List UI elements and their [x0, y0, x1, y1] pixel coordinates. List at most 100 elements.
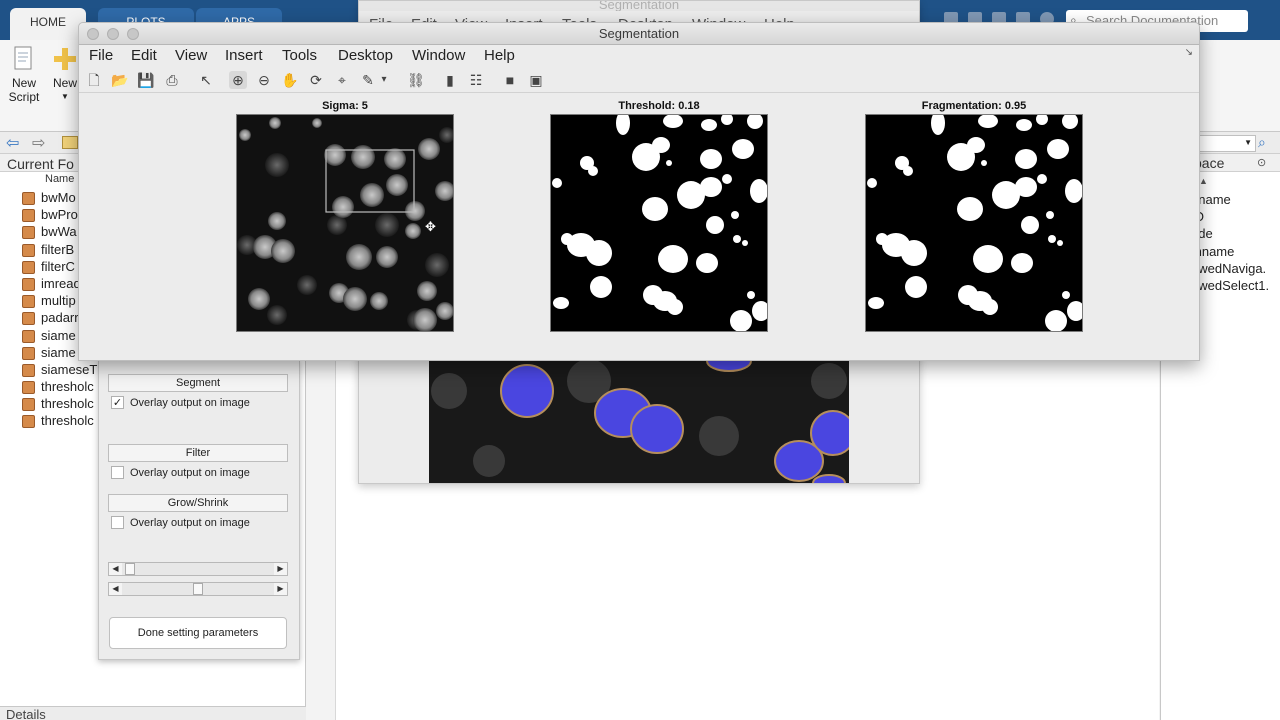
filter-overlay-label: Overlay output on image — [130, 467, 250, 479]
menu-tools[interactable]: Tools — [282, 47, 317, 64]
plus-icon — [54, 48, 76, 70]
filter-button[interactable]: Filter — [108, 444, 288, 462]
parameter-panel: Segment ✓ Overlay output on image Filter… — [98, 360, 300, 660]
menu-window[interactable]: Window — [412, 47, 465, 64]
axes-title-fragmentation: Fragmentation: 0.95 — [921, 100, 1027, 112]
menu-view[interactable]: View — [175, 47, 207, 64]
chevron-down-icon: ▼ — [1244, 138, 1252, 147]
show-plot-tools-icon[interactable]: ▣ — [527, 71, 545, 89]
workspace-path-dropdown[interactable]: ▼ — [1196, 135, 1256, 152]
parameter-slider-1[interactable]: ◀ ▶ — [108, 562, 288, 576]
forward-arrow-icon[interactable]: ⇨ — [32, 133, 45, 153]
slider-right-arrow-icon[interactable]: ▶ — [274, 583, 287, 595]
dock-arrow-icon[interactable]: ↘ — [1185, 47, 1193, 58]
new-script-button[interactable]: New Script — [6, 46, 42, 104]
new-script-icon — [14, 46, 32, 70]
figure-menubar: File Edit View Insert Tools Desktop Window Help — [79, 45, 1199, 67]
matlab-file-icon — [22, 192, 35, 205]
save-icon[interactable]: 💾 — [137, 71, 155, 89]
search-icon[interactable]: ⌕ — [1258, 134, 1266, 151]
column-header-label: Name — [45, 173, 75, 185]
matlab-file-icon — [22, 260, 35, 274]
matlab-file-icon — [22, 346, 35, 360]
tab-home[interactable]: HOME — [10, 8, 86, 40]
file-name: thresholc — [41, 396, 94, 412]
grayscale-nuclei-image — [237, 115, 453, 331]
axes-title-sigma: Sigma: 5 — [322, 100, 368, 112]
file-name: thresholc — [41, 413, 94, 429]
zoom-out-icon[interactable]: ⊖ — [255, 71, 273, 89]
window-title-bar[interactable]: Segmentation — [79, 23, 1199, 45]
matlab-file-icon — [22, 312, 35, 326]
matlab-file-icon — [22, 329, 35, 343]
axes-fragmentation-image[interactable] — [865, 114, 1083, 332]
grow-overlay-checkbox[interactable] — [111, 516, 124, 529]
overlay-image[interactable] — [429, 361, 849, 483]
new-label: New — [52, 76, 77, 90]
data-cursor-icon[interactable]: ⌖ — [333, 71, 351, 89]
segment-button[interactable]: Segment — [108, 374, 288, 392]
axes-threshold-image[interactable] — [550, 114, 768, 332]
file-name: padarr — [41, 310, 79, 326]
file-name: siameseT — [41, 361, 98, 377]
slider-left-arrow-icon[interactable]: ◀ — [109, 563, 122, 575]
workspace-variable-list: enameIDodethnameowedNaviga.owedSelect1.T — [1191, 192, 1280, 312]
slider-left-arrow-icon[interactable]: ◀ — [109, 583, 122, 595]
brush-icon[interactable]: ✎ — [359, 71, 377, 89]
filter-overlay-checkbox[interactable] — [111, 466, 124, 479]
rotate-3d-icon[interactable]: ⟳ — [307, 71, 325, 89]
overlay-image-graphic — [429, 361, 849, 483]
slider-thumb[interactable] — [125, 563, 135, 575]
segment-overlay-checkbox[interactable]: ✓ — [111, 396, 124, 409]
matlab-file-icon — [22, 363, 35, 377]
colorbar-icon[interactable]: ▮ — [441, 71, 459, 89]
plot-area: Sigma: 5 ✥ Threshold: 0.18 Fragmentation… — [79, 94, 1199, 360]
new-figure-icon[interactable]: 🗋 — [85, 71, 103, 89]
slider-right-arrow-icon[interactable]: ▶ — [274, 563, 287, 575]
done-setting-parameters-button[interactable]: Done setting parameters — [109, 617, 287, 649]
new-button[interactable]: New ▼ — [52, 46, 78, 104]
file-name: siame — [41, 344, 76, 360]
chevron-down-icon: ▼ — [61, 92, 69, 101]
grow-shrink-button[interactable]: Grow/Shrink — [108, 494, 288, 512]
segment-overlay-label: Overlay output on image — [130, 397, 250, 409]
new-script-label: New Script — [8, 76, 40, 104]
file-name: siame — [41, 327, 76, 343]
file-name: filterC — [41, 258, 75, 274]
file-name: bwPro — [41, 207, 78, 223]
open-file-icon[interactable]: 📂 — [111, 71, 129, 89]
select-arrow-icon[interactable]: ↖ — [197, 71, 215, 89]
axes-sigma-image[interactable] — [236, 114, 454, 332]
parameter-slider-2[interactable]: ◀ ▶ — [108, 582, 288, 596]
segmentation-figure-window[interactable]: Segmentation File Edit View Insert Tools Desk… — [78, 22, 1200, 361]
panel-menu-icon[interactable]: ⊙ — [1257, 156, 1266, 169]
sort-arrow-icon[interactable]: ▲ — [1199, 176, 1208, 186]
menu-insert[interactable]: Insert — [225, 47, 263, 64]
matlab-file-icon — [22, 398, 35, 412]
matlab-file-icon — [22, 226, 35, 240]
grow-overlay-label: Overlay output on image — [130, 517, 250, 529]
folder-up-icon[interactable] — [62, 136, 78, 149]
back-arrow-icon[interactable]: ⇦ — [6, 133, 19, 153]
slider-thumb[interactable] — [193, 583, 203, 595]
menu-desktop[interactable]: Desktop — [338, 47, 393, 64]
details-bar[interactable]: Details — [0, 706, 306, 720]
zoom-in-icon[interactable]: ⊕ — [229, 71, 247, 89]
brush-dropdown-icon[interactable]: ▾ — [379, 71, 389, 89]
legend-icon[interactable]: ☷ — [467, 71, 485, 89]
overlay-window-title: Segmentation — [359, 1, 919, 11]
file-name: filterB — [41, 241, 75, 257]
matlab-file-icon — [22, 209, 35, 223]
menu-edit[interactable]: Edit — [131, 47, 157, 64]
matlab-file-icon — [22, 243, 35, 257]
print-icon[interactable]: ⎙ — [163, 71, 181, 89]
menu-file[interactable]: File — [89, 47, 113, 64]
zoom-cursor-icon: ✥ — [425, 219, 436, 234]
binary-threshold-image — [551, 115, 767, 331]
link-plot-icon[interactable]: ⛓ — [407, 71, 425, 89]
pan-hand-icon[interactable]: ✋ — [281, 71, 299, 89]
axes-title-threshold: Threshold: 0.18 — [618, 100, 700, 112]
file-name: multip — [41, 293, 76, 309]
menu-help[interactable]: Help — [484, 47, 515, 64]
hide-plot-tools-icon[interactable]: ■ — [501, 71, 519, 89]
